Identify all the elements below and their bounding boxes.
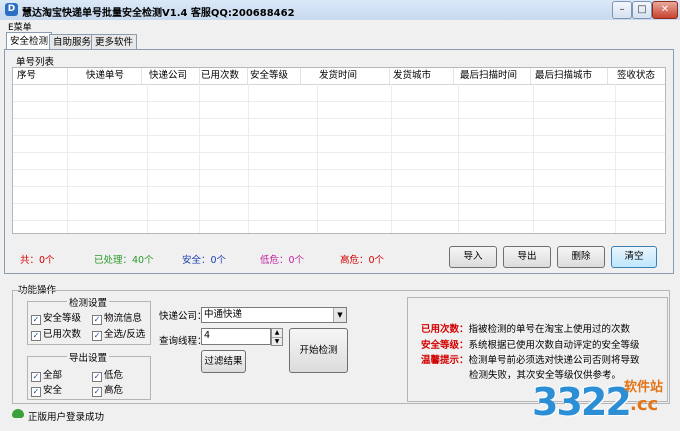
threads-input[interactable]: 4 bbox=[201, 328, 271, 345]
col-header-tracking-no[interactable]: 快递单号 bbox=[69, 68, 142, 84]
checkbox-export-low[interactable]: ✓ 低危 bbox=[92, 367, 123, 382]
grid-row-line bbox=[13, 101, 665, 102]
tab-security-check[interactable]: 安全检测 bbox=[6, 32, 53, 50]
watermark-text-en: .cc bbox=[630, 394, 659, 415]
close-icon[interactable]: ✕ bbox=[652, 1, 678, 19]
export-settings-title: 导出设置 bbox=[67, 350, 110, 364]
detect-settings-title: 检测设置 bbox=[67, 295, 110, 309]
stat-low-risk: 低危：0个 bbox=[260, 255, 305, 266]
filter-results-button[interactable]: 过滤结果 bbox=[201, 350, 246, 373]
checkbox-export-safe[interactable]: ✓ 安全 bbox=[31, 382, 62, 397]
start-check-button[interactable]: 开始检测 bbox=[289, 328, 348, 373]
grid-col-line bbox=[199, 84, 200, 233]
threads-spinner[interactable]: ▲ ▼ bbox=[271, 328, 283, 346]
maximize-icon[interactable]: □ bbox=[632, 1, 652, 19]
stat-processed: 已处理：40个 bbox=[94, 255, 154, 266]
col-header-safety-level[interactable]: 安全等级 bbox=[250, 68, 301, 84]
col-header-ship-time[interactable]: 发货时间 bbox=[319, 68, 390, 84]
threads-label: 查询线程： bbox=[159, 336, 207, 347]
checkbox-export-all[interactable]: ✓ 全部 bbox=[31, 367, 62, 382]
grid-row-line bbox=[13, 220, 665, 221]
col-header-last-scan-time[interactable]: 最后扫描时间 bbox=[460, 68, 531, 84]
cloud-icon bbox=[12, 409, 24, 418]
grid-row-line bbox=[13, 169, 665, 170]
info-tip: 温馨提示：检测单号前必须选对快递公司否则将导致 bbox=[421, 355, 640, 366]
grid-row-line bbox=[13, 203, 665, 204]
tab-self-service[interactable]: 自助服务 bbox=[49, 34, 96, 50]
grid-row-line bbox=[13, 118, 665, 119]
grid-row-line bbox=[13, 135, 665, 136]
grid-col-line bbox=[317, 84, 318, 233]
grid-col-line bbox=[615, 84, 616, 233]
checkbox-logistics-info[interactable]: ✓ 物流信息 bbox=[92, 310, 142, 325]
col-header-ship-city[interactable]: 发货城市 bbox=[393, 68, 454, 84]
import-button[interactable]: 导入 bbox=[449, 246, 497, 268]
chevron-down-icon[interactable]: ▼ bbox=[333, 308, 346, 322]
col-header-company[interactable]: 快递公司 bbox=[149, 68, 200, 84]
grid-col-line bbox=[533, 84, 534, 233]
menu-bar bbox=[0, 20, 680, 33]
grid-col-line bbox=[391, 84, 392, 233]
info-safety-level: 安全等级：系统根据已使用次数自动评定的安全等级 bbox=[421, 340, 640, 351]
stat-high-risk: 高危：0个 bbox=[340, 255, 385, 266]
delete-button[interactable]: 删除 bbox=[557, 246, 605, 268]
window-title: 慧达淘宝快递单号批量安全检测V1.4 客服QQ:200688462 bbox=[22, 8, 295, 19]
col-header-used-count[interactable]: 已用次数 bbox=[201, 68, 248, 84]
info-used-count: 已用次数：指被检测的单号在淘宝上使用过的次数 bbox=[421, 324, 631, 335]
spin-down-icon[interactable]: ▼ bbox=[272, 338, 282, 345]
export-button[interactable]: 导出 bbox=[503, 246, 551, 268]
col-header-index[interactable]: 序号 bbox=[17, 68, 68, 84]
watermark-text-cn: 软件站 bbox=[624, 380, 664, 395]
checkbox-safety-level[interactable]: ✓ 安全等级 bbox=[31, 310, 81, 325]
company-select[interactable]: 中通快递 ▼ bbox=[201, 307, 347, 323]
grid-col-line bbox=[67, 84, 68, 233]
company-label: 快递公司： bbox=[159, 311, 207, 322]
checkbox-used-count[interactable]: ✓ 已用次数 bbox=[31, 326, 81, 341]
site-watermark: 3322 软件站 .cc bbox=[532, 374, 672, 428]
list-title: 单号列表 bbox=[16, 57, 55, 68]
col-header-last-scan-city[interactable]: 最后扫描城市 bbox=[535, 68, 608, 84]
grid-col-line bbox=[458, 84, 459, 233]
watermark-number: 3322 bbox=[532, 380, 632, 424]
spin-up-icon[interactable]: ▲ bbox=[272, 329, 282, 338]
grid-col-line bbox=[147, 84, 148, 233]
checkbox-export-high[interactable]: ✓ 高危 bbox=[92, 382, 123, 397]
col-header-sign-status[interactable]: 签收状态 bbox=[617, 68, 663, 84]
stat-safe: 安全：0个 bbox=[182, 255, 227, 266]
grid-row-line bbox=[13, 186, 665, 187]
checkbox-select-all[interactable]: ✓ 全选/反选 bbox=[92, 326, 145, 341]
grid-row-line bbox=[13, 152, 665, 153]
table-header: 序号 快递单号 快递公司 已用次数 安全等级 发货时间 发货城市 最后扫描时间 … bbox=[13, 68, 665, 85]
grid-col-line bbox=[248, 84, 249, 233]
minimize-icon[interactable]: – bbox=[612, 1, 632, 19]
stat-total: 共：0个 bbox=[20, 255, 55, 266]
status-text: 正版用户登录成功 bbox=[28, 412, 105, 423]
clear-button[interactable]: 清空 bbox=[611, 246, 657, 268]
tab-more-software[interactable]: 更多软件 bbox=[91, 34, 138, 50]
app-icon: D bbox=[5, 3, 18, 16]
tracking-table[interactable]: 序号 快递单号 快递公司 已用次数 安全等级 发货时间 发货城市 最后扫描时间 … bbox=[12, 67, 666, 234]
